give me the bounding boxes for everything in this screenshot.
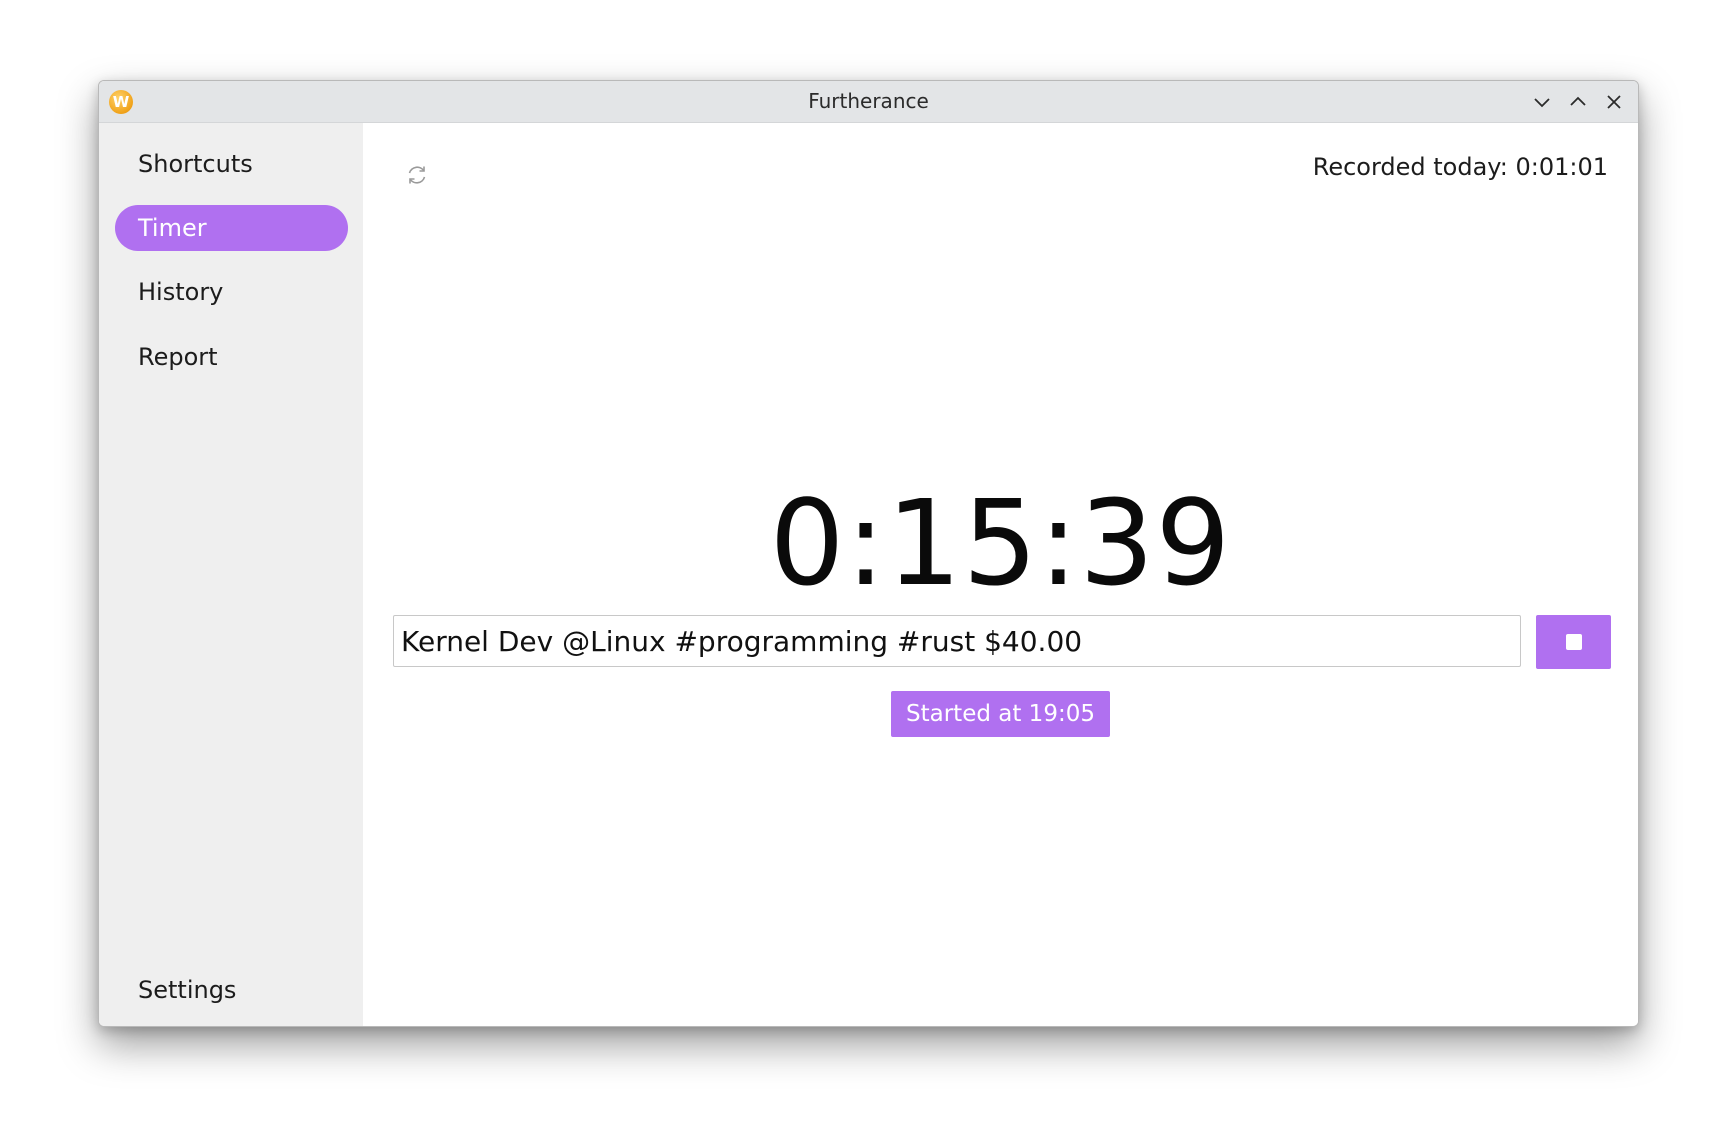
started-at-badge[interactable]: Started at 19:05 xyxy=(891,691,1110,737)
timer-display: 0:15:39 xyxy=(769,474,1232,612)
timer-panel: Recorded today: 0:01:01 0:15:39 Started … xyxy=(363,123,1638,1026)
close-icon xyxy=(1607,95,1621,109)
chevron-down-icon xyxy=(1534,98,1550,108)
started-at-container: Started at 19:05 xyxy=(363,691,1638,737)
task-input[interactable] xyxy=(393,615,1521,667)
window-title: Furtherance xyxy=(808,89,929,113)
sidebar-item-timer[interactable]: Timer xyxy=(115,205,348,251)
title-bar[interactable]: W Furtherance xyxy=(99,81,1638,123)
sidebar-item-settings[interactable]: Settings xyxy=(115,967,348,1013)
sidebar-item-shortcuts[interactable]: Shortcuts xyxy=(115,141,348,187)
refresh-icon xyxy=(408,166,426,184)
stop-button[interactable] xyxy=(1536,615,1611,669)
recorded-today-label: Recorded today: 0:01:01 xyxy=(1312,153,1608,181)
refresh-button[interactable] xyxy=(403,161,431,189)
stop-icon xyxy=(1565,634,1582,650)
minimize-button[interactable] xyxy=(1529,89,1555,115)
maximize-button[interactable] xyxy=(1565,89,1591,115)
sidebar-item-report[interactable]: Report xyxy=(115,334,348,380)
sidebar-item-history[interactable]: History xyxy=(115,269,348,315)
app-window: W Furtherance Shortcuts Timer History Re… xyxy=(98,80,1639,1027)
chevron-up-icon xyxy=(1570,96,1586,106)
sidebar: Shortcuts Timer History Report Settings xyxy=(99,123,363,1026)
close-button[interactable] xyxy=(1601,89,1627,115)
